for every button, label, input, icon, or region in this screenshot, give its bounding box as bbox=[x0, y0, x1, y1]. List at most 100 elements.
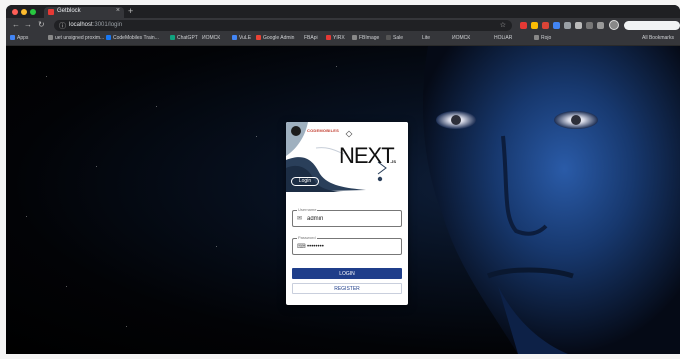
bookmark-icon bbox=[352, 35, 357, 40]
bookmark-label: uet unsigned proxim... bbox=[55, 35, 105, 41]
bookmark-label: Rojo bbox=[541, 35, 552, 41]
bookmark-item[interactable]: Lite bbox=[422, 35, 430, 41]
bookmark-icon bbox=[534, 35, 539, 40]
framework-logo: NEXT bbox=[339, 143, 395, 168]
url-path: :3001/login bbox=[92, 22, 123, 28]
tab-title: Getblock bbox=[57, 8, 81, 14]
extension-icon[interactable] bbox=[542, 22, 549, 29]
bookmark-star-icon[interactable]: ☆ bbox=[500, 21, 506, 29]
bookmark-icon bbox=[170, 35, 175, 40]
bookmark-label: FBImage bbox=[359, 35, 380, 41]
back-icon[interactable]: ← bbox=[12, 20, 20, 29]
password-input[interactable] bbox=[307, 242, 397, 251]
bookmark-label: FBApi bbox=[304, 35, 318, 41]
tab-active[interactable]: Getblock × bbox=[44, 7, 124, 18]
bookmark-icon bbox=[256, 35, 261, 40]
tab-favicon-icon bbox=[48, 9, 54, 15]
download-icon[interactable] bbox=[575, 22, 582, 29]
address-bar[interactable]: ⓘ localhost:3001/login ☆ bbox=[54, 20, 512, 31]
username-label: Username bbox=[297, 207, 318, 212]
bookmark-label: ИОМСК bbox=[202, 35, 221, 41]
right-pupil bbox=[571, 115, 581, 125]
login-button[interactable]: LOGIN bbox=[292, 268, 402, 279]
bookmark-icon bbox=[232, 35, 237, 40]
bookmark-item[interactable]: VuLE bbox=[232, 35, 251, 41]
password-field[interactable]: Password ⌨ bbox=[292, 235, 402, 255]
bookmark-label: Sale bbox=[393, 35, 404, 41]
bookmark-label: YIRX bbox=[333, 35, 345, 41]
profile-avatar[interactable] bbox=[609, 20, 619, 30]
bookmark-item[interactable]: Apps bbox=[10, 35, 28, 41]
username-field[interactable]: Username ✉ bbox=[292, 207, 402, 227]
bookmark-label: VuLE bbox=[239, 35, 252, 41]
page-viewport: CODEMOBILES NEXT .JS Login Username ✉ Pa… bbox=[6, 46, 680, 354]
face-shape bbox=[423, 46, 680, 354]
close-window-dot[interactable] bbox=[12, 9, 18, 15]
brand-logo-text: CODEMOBILES bbox=[307, 128, 339, 133]
bookmark-item[interactable]: Rojo bbox=[534, 35, 551, 41]
bookmark-item[interactable]: YIRX bbox=[326, 35, 345, 41]
bookmark-item[interactable]: uet unsigned proxim... bbox=[48, 35, 104, 41]
bookmark-label: Lite bbox=[422, 35, 431, 41]
bookmark-label: HOLiAR bbox=[494, 35, 513, 41]
bookmark-label: ChatGPT bbox=[177, 35, 198, 41]
password-label: Password bbox=[297, 235, 317, 240]
bookmarks-bar: Apps uet unsigned proxim... CodeMobiles … bbox=[6, 33, 680, 46]
bookmark-item[interactable]: ИОМСК bbox=[452, 35, 470, 41]
maximize-window-dot[interactable] bbox=[30, 9, 36, 15]
browser-toolbar: ← → ↻ ⓘ localhost:3001/login ☆ bbox=[6, 18, 680, 33]
login-card: CODEMOBILES NEXT .JS Login Username ✉ Pa… bbox=[286, 122, 408, 305]
star bbox=[336, 66, 337, 67]
register-button[interactable]: REGISTER bbox=[292, 283, 402, 294]
extension-icon[interactable] bbox=[531, 22, 538, 29]
folder-icon bbox=[48, 35, 53, 40]
forward-icon[interactable]: → bbox=[24, 20, 32, 29]
email-icon: ✉ bbox=[297, 216, 303, 222]
bookmark-label: Apps bbox=[17, 35, 29, 41]
screen-frame: Getblock × + ← → ↻ ⓘ localhost:3001/logi… bbox=[0, 0, 680, 359]
background-face-illustration bbox=[423, 46, 680, 354]
bookmark-item[interactable]: ИОМСК bbox=[202, 35, 220, 41]
extension-icon[interactable] bbox=[553, 22, 560, 29]
puzzle-icon[interactable] bbox=[586, 22, 593, 29]
site-info-icon[interactable]: ⓘ bbox=[59, 21, 66, 31]
bookmark-icon bbox=[106, 35, 111, 40]
bookmark-item[interactable]: All Bookmarks bbox=[642, 35, 674, 41]
bookmark-label: ИОМСК bbox=[452, 35, 471, 41]
url-host: localhost bbox=[69, 22, 93, 28]
bookmark-item[interactable]: FBImage bbox=[352, 35, 379, 41]
tab-close-icon[interactable]: × bbox=[116, 7, 120, 14]
new-tab-icon[interactable]: + bbox=[128, 6, 133, 16]
bookmark-item[interactable]: CodeMobiles Train... bbox=[106, 35, 159, 41]
address-url[interactable]: localhost:3001/login bbox=[69, 22, 122, 28]
username-input[interactable] bbox=[307, 214, 397, 223]
star bbox=[66, 286, 67, 287]
star bbox=[216, 246, 217, 247]
password-icon: ⌨ bbox=[297, 244, 306, 250]
search-field[interactable] bbox=[624, 21, 680, 30]
bookmark-label: Google Admin bbox=[263, 35, 295, 41]
bookmark-item[interactable]: Sale bbox=[386, 35, 403, 41]
star bbox=[256, 136, 257, 137]
bookmark-label: All Bookmarks bbox=[642, 35, 674, 41]
browser-window: Getblock × + ← → ↻ ⓘ localhost:3001/logi… bbox=[6, 5, 680, 354]
bookmark-item[interactable]: ChatGPT bbox=[170, 35, 198, 41]
bookmark-label: CodeMobiles Train... bbox=[113, 35, 159, 41]
bookmark-item[interactable]: HOLiAR bbox=[494, 35, 512, 41]
bookmark-icon bbox=[326, 35, 331, 40]
extension-icon[interactable] bbox=[564, 22, 571, 29]
framework-logo-suffix: .JS bbox=[390, 159, 397, 164]
minimize-window-dot[interactable] bbox=[21, 9, 27, 15]
sidebar-icon[interactable] bbox=[597, 22, 604, 29]
star bbox=[156, 106, 157, 107]
star bbox=[126, 326, 127, 327]
apps-icon bbox=[10, 35, 15, 40]
tab-strip: Getblock × + bbox=[6, 5, 680, 18]
star bbox=[26, 216, 27, 217]
star bbox=[96, 166, 97, 167]
star bbox=[46, 76, 47, 77]
reload-icon[interactable]: ↻ bbox=[38, 20, 45, 29]
bookmark-item[interactable]: FBApi bbox=[304, 35, 318, 41]
extension-icon[interactable] bbox=[520, 22, 527, 29]
bookmark-item[interactable]: Google Admin bbox=[256, 35, 294, 41]
